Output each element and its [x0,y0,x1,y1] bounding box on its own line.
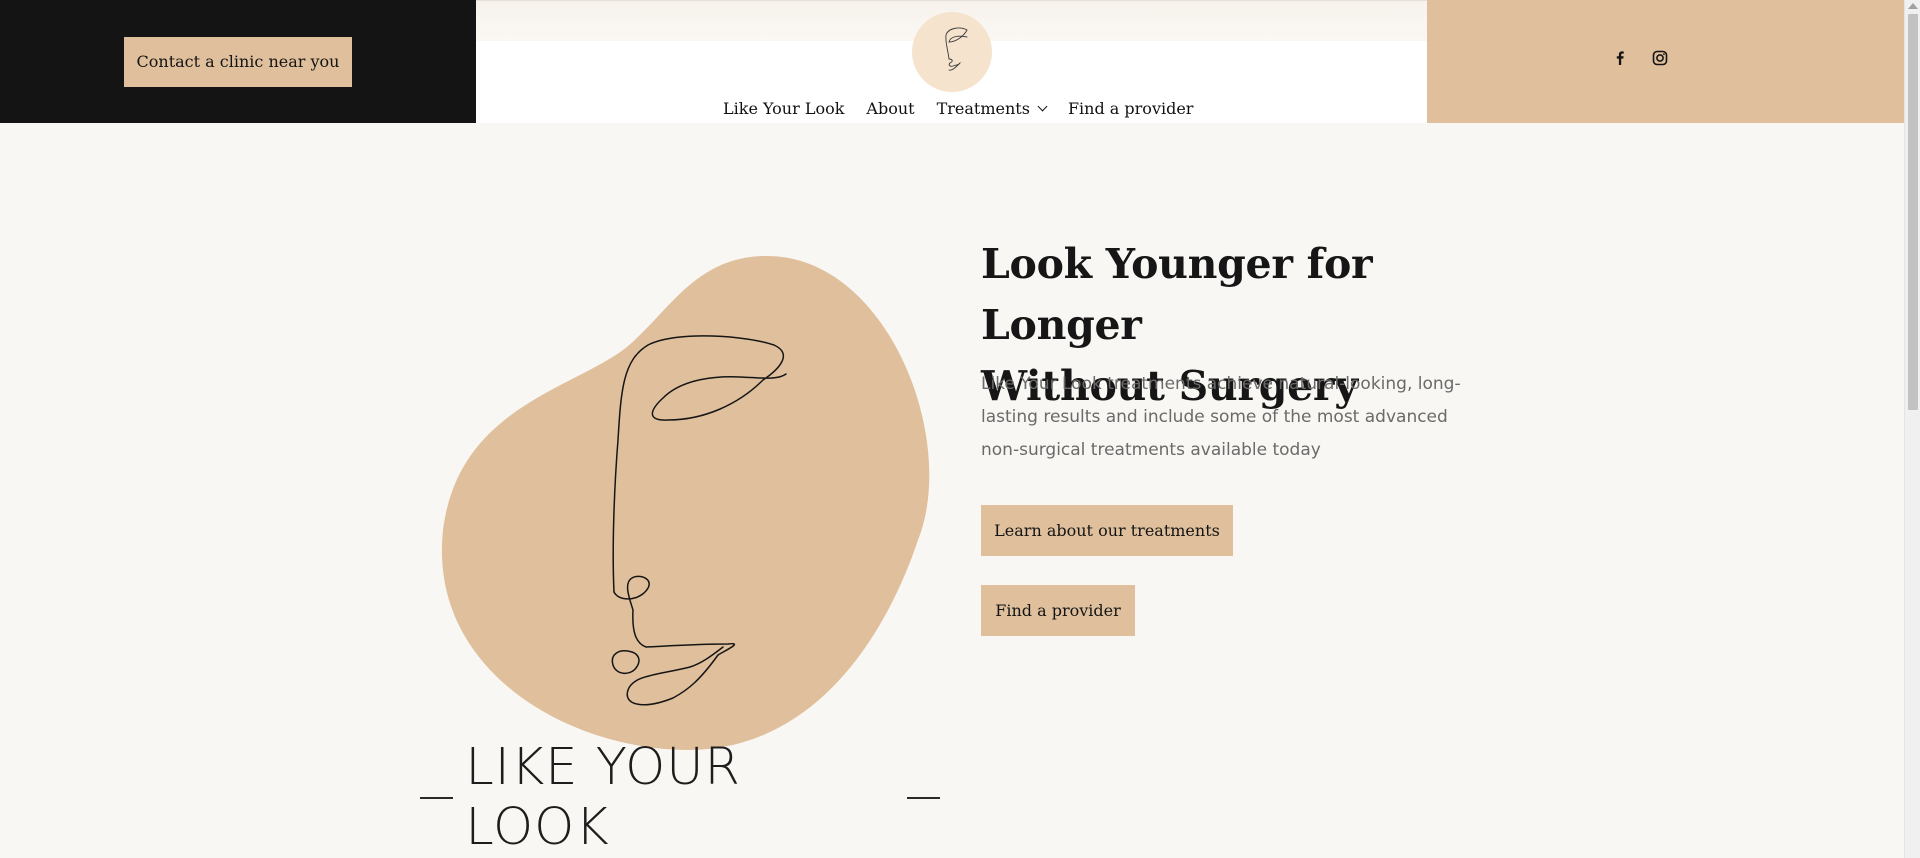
learn-treatments-button[interactable]: Learn about our treatments [981,505,1233,556]
brand-text: LIKE YOUR LOOK [465,738,741,857]
hero-blob [441,256,930,750]
chevron-down-icon [1037,101,1048,111]
nav-like-your-look[interactable]: Like Your Look [723,95,844,121]
nav-find-a-provider[interactable]: Find a provider [1068,95,1194,121]
header-left-panel: Contact a clinic near you [0,0,476,123]
contact-clinic-button[interactable]: Contact a clinic near you [124,37,352,87]
header-right-panel [1427,0,1904,123]
brand-dash-left [420,797,454,799]
facebook-icon[interactable] [1610,48,1630,68]
main-nav: Like Your Look About Treatments Find a p… [723,95,1193,121]
hero-lead-text: Like Your Look treatments achieve natura… [981,374,1461,460]
nav-treatments[interactable]: Treatments [936,95,1048,121]
brand-dash-right [906,797,941,799]
hero-face-illustration [418,250,948,760]
scroll-up-arrow-icon[interactable] [1908,3,1918,9]
brand-wordmark: LIKE YOUR LOOK [420,738,941,857]
site-header: Contact a clinic near you Like Your Look… [0,0,1904,123]
header-center-panel: Like Your Look About Treatments Find a p… [476,0,1427,123]
page-scrollbar[interactable] [1904,0,1920,858]
scroll-thumb[interactable] [1908,14,1918,410]
instagram-icon[interactable] [1650,48,1670,68]
hero-headline-line1: Look Younger for Longer [981,240,1373,349]
find-provider-button[interactable]: Find a provider [981,585,1135,636]
logo[interactable] [912,12,992,92]
face-line-art-icon [945,27,968,71]
nav-treatments-label: Treatments [936,98,1030,118]
face-line-art-icon [441,256,930,750]
nav-about[interactable]: About [866,95,914,121]
